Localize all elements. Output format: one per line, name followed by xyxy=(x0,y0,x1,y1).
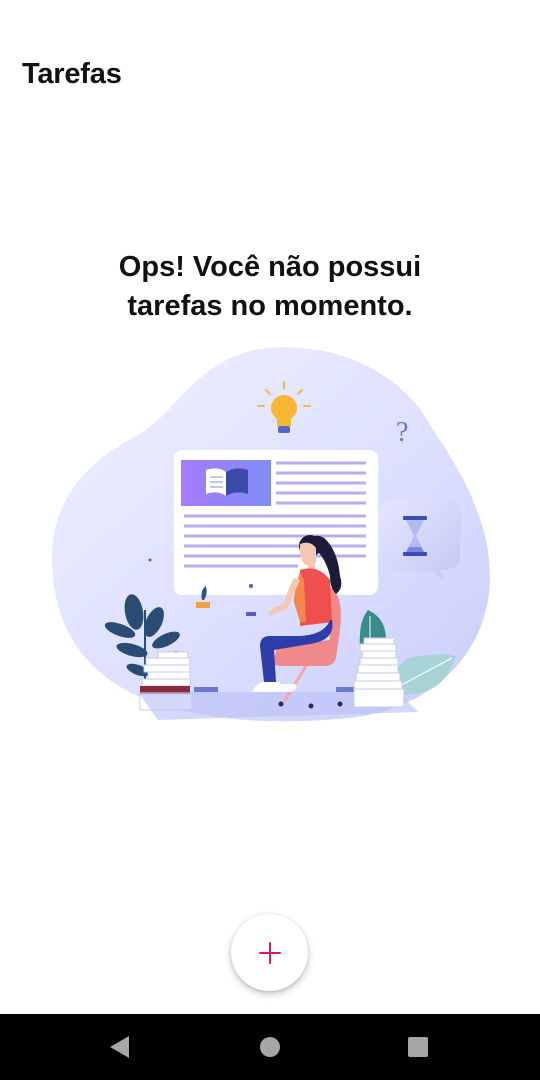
document-screen xyxy=(174,450,378,595)
empty-state-line-1: Ops! Você não possui xyxy=(118,251,422,283)
question-mark-icon: ? xyxy=(396,417,408,448)
home-button[interactable] xyxy=(257,1034,283,1060)
plus-icon xyxy=(258,941,281,964)
add-task-button[interactable] xyxy=(231,914,308,991)
empty-state-message: Ops! Você não possui tarefas no momento. xyxy=(70,248,470,327)
recent-apps-button[interactable] xyxy=(405,1034,431,1060)
open-book-icon xyxy=(206,468,248,496)
page-title: Tarefas xyxy=(22,58,122,90)
back-triangle-icon xyxy=(109,1036,129,1058)
hourglass-bubble xyxy=(378,498,462,580)
book-stack-right xyxy=(353,637,405,708)
empty-state-line-2: tarefas no momento. xyxy=(127,290,413,323)
empty-state-illustration: ? xyxy=(51,347,490,722)
recent-apps-square-icon xyxy=(408,1037,428,1057)
home-circle-icon xyxy=(260,1037,280,1057)
screen: Tarefas Ops! Você não possui tarefas no … xyxy=(0,0,540,1014)
back-button[interactable] xyxy=(106,1034,132,1060)
system-navigation-bar xyxy=(0,1014,540,1080)
